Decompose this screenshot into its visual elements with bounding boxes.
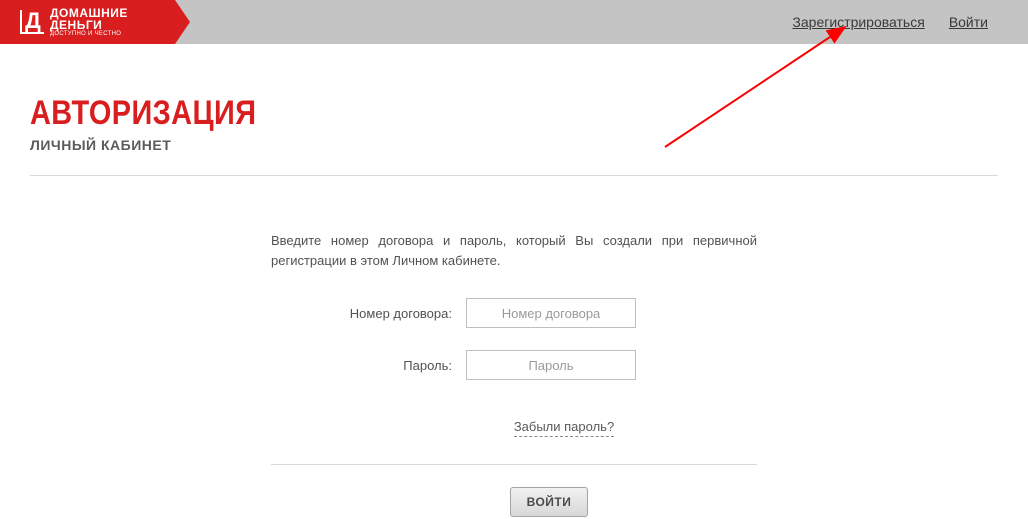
content: АВТОРИЗАЦИЯ ЛИЧНЫЙ КАБИНЕТ Введите номер…	[0, 44, 1028, 517]
login-link[interactable]: Войти	[949, 14, 988, 30]
login-button[interactable]: ВОЙТИ	[510, 487, 589, 517]
header-bar: Д ДОМАШНИЕ ДЕНЬГИ ДОСТУПНО И ЧЕСТНО Заре…	[0, 0, 1028, 44]
contract-label: Номер договора:	[271, 306, 466, 321]
logo-line2: ДЕНЬГИ	[50, 19, 128, 31]
contract-row: Номер договора:	[271, 298, 757, 328]
logo-icon: Д	[20, 10, 44, 34]
forgot-row: Забыли пароль?	[271, 418, 757, 436]
register-link[interactable]: Зарегистрироваться	[792, 14, 924, 30]
login-form: Введите номер договора и пароль, который…	[271, 231, 757, 517]
password-row: Пароль:	[271, 350, 757, 380]
password-label: Пароль:	[271, 358, 466, 373]
logo[interactable]: Д ДОМАШНИЕ ДЕНЬГИ ДОСТУПНО И ЧЕСТНО	[0, 0, 190, 44]
logo-line3: ДОСТУПНО И ЧЕСТНО	[50, 31, 128, 37]
contract-input[interactable]	[466, 298, 636, 328]
password-input[interactable]	[466, 350, 636, 380]
forgot-password-link[interactable]: Забыли пароль?	[514, 419, 614, 437]
submit-row: ВОЙТИ	[271, 487, 757, 517]
divider-top	[30, 175, 998, 176]
divider-bottom	[271, 464, 757, 465]
header-links: Зарегистрироваться Войти	[792, 14, 988, 30]
logo-text: ДОМАШНИЕ ДЕНЬГИ ДОСТУПНО И ЧЕСТНО	[50, 7, 128, 37]
page-title: АВТОРИЗАЦИЯ	[30, 94, 853, 133]
form-instructions: Введите номер договора и пароль, который…	[271, 231, 757, 270]
page-subtitle: ЛИЧНЫЙ КАБИНЕТ	[30, 137, 998, 153]
